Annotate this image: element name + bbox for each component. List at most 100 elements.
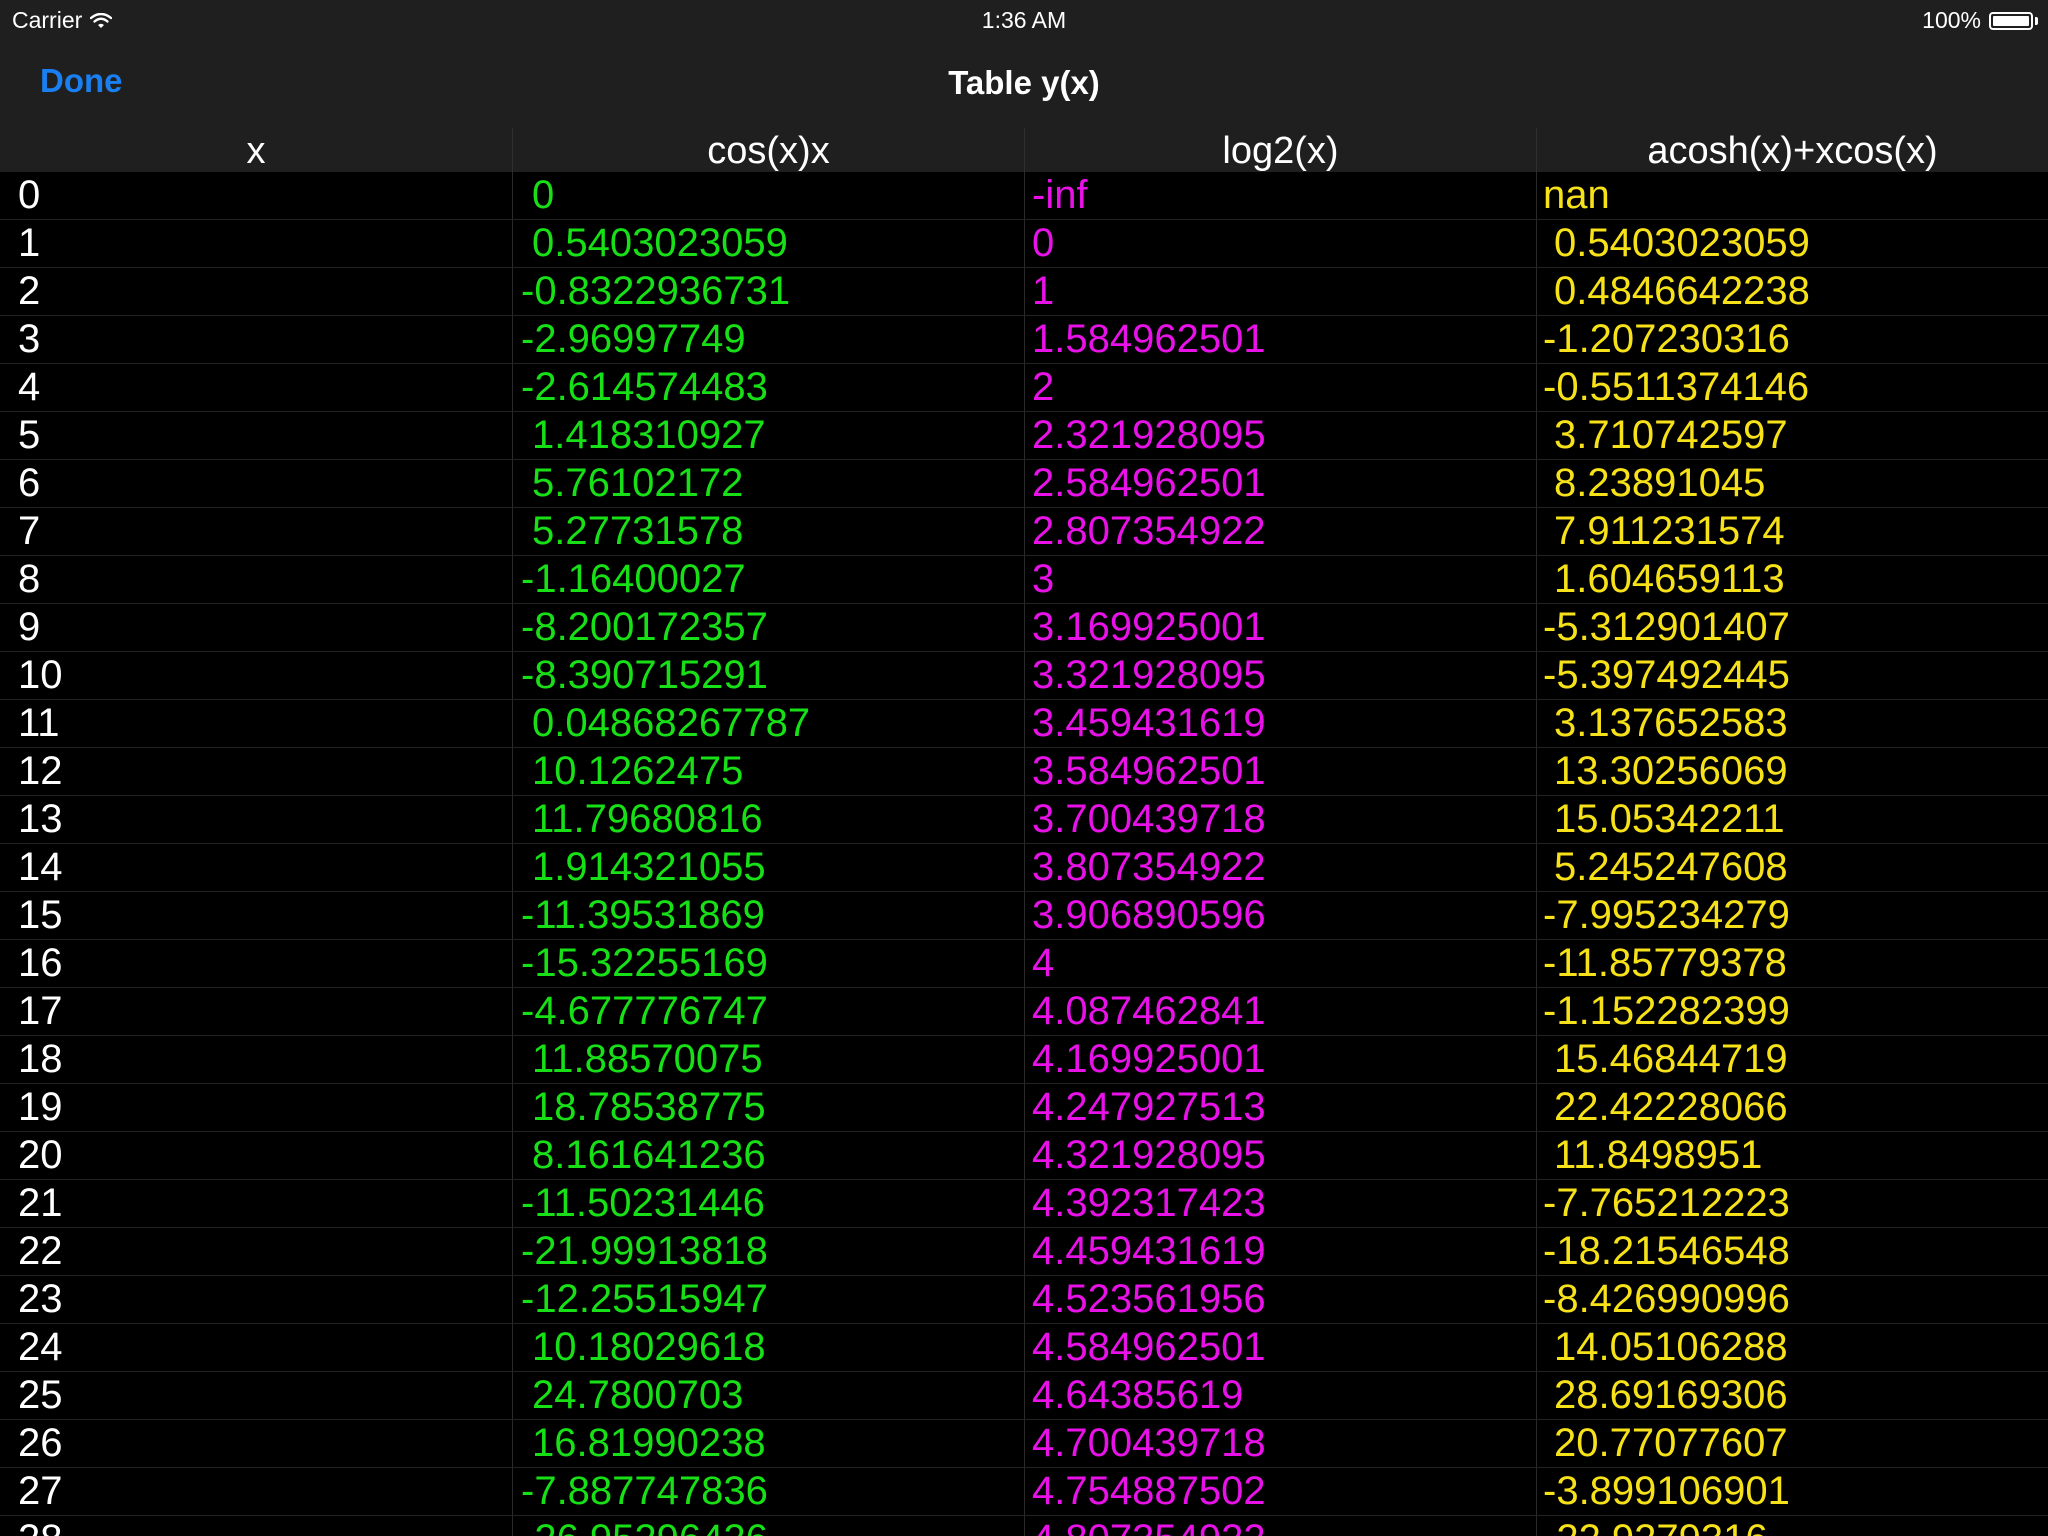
cell-x: 5 <box>18 413 41 457</box>
cell-log2: 2.321928095 <box>1024 412 1536 459</box>
cell-x: 13 <box>18 797 63 841</box>
table-row[interactable]: 24 10.18029618 4.584962501 14.05106288 <box>0 1324 2048 1372</box>
cell-log2: 4.087462841 <box>1024 988 1536 1035</box>
cell-acosh: 1.604659113 <box>1536 556 2048 603</box>
cell-log2: 4 <box>1024 940 1536 987</box>
table-row[interactable]: 21 -11.50231446 4.392317423 -7.765212223 <box>0 1180 2048 1228</box>
cell-acosh: -1.152282399 <box>1536 988 2048 1035</box>
cell-x: 22 <box>18 1229 63 1273</box>
cell-x: 16 <box>18 941 63 985</box>
cell-acosh: 14.05106288 <box>1536 1324 2048 1371</box>
cell-acosh: 5.245247608 <box>1536 844 2048 891</box>
cell-acosh: 13.30256069 <box>1536 748 2048 795</box>
table-row[interactable]: 5 1.418310927 2.321928095 3.710742597 <box>0 412 2048 460</box>
table-row[interactable]: 16 -15.32255169 4 -11.85779378 <box>0 940 2048 988</box>
table-row[interactable]: 6 5.76102172 2.584962501 8.23891045 <box>0 460 2048 508</box>
cell-cos: 5.27731578 <box>512 508 1024 555</box>
battery-icon <box>1989 11 2033 30</box>
cell-acosh: -1.207230316 <box>1536 316 2048 363</box>
cell-cos: 24.7800703 <box>512 1372 1024 1419</box>
cell-cos: 0 <box>512 172 1024 219</box>
table-row[interactable]: 11 0.04868267787 3.459431619 3.137652583 <box>0 700 2048 748</box>
table-row[interactable]: 2 -0.8322936731 1 0.4846642238 <box>0 268 2048 316</box>
table-row[interactable]: 23 -12.25515947 4.523561956 -8.426990996 <box>0 1276 2048 1324</box>
cell-cos: -1.16400027 <box>512 556 1024 603</box>
cell-log2: 3.321928095 <box>1024 652 1536 699</box>
cell-acosh: 3.137652583 <box>1536 700 2048 747</box>
page-title: Table y(x) <box>948 64 1100 101</box>
table-row[interactable]: 14 1.914321055 3.807354922 5.245247608 <box>0 844 2048 892</box>
cell-cos: 0.04868267787 <box>512 700 1024 747</box>
cell-cos: -7.887747836 <box>512 1468 1024 1515</box>
table-row[interactable]: 13 11.79680816 3.700439718 15.05342211 <box>0 796 2048 844</box>
table-row[interactable]: 17 -4.677776747 4.087462841 -1.152282399 <box>0 988 2048 1036</box>
cell-log2: 3.906890596 <box>1024 892 1536 939</box>
clock: 1:36 AM <box>981 7 1067 33</box>
cell-x: 20 <box>18 1133 63 1177</box>
table-row[interactable]: 28-26.952964264.807354922-22.9279316 <box>0 1516 2048 1536</box>
battery-indicator: 100% <box>1922 7 2038 34</box>
table-row[interactable]: 18 11.88570075 4.169925001 15.46844719 <box>0 1036 2048 1084</box>
cell-log2: 3.584962501 <box>1024 748 1536 795</box>
table-row[interactable]: 15 -11.39531869 3.906890596 -7.995234279 <box>0 892 2048 940</box>
table-row[interactable]: 20 8.161641236 4.321928095 11.8498951 <box>0 1132 2048 1180</box>
cell-x: 21 <box>18 1181 63 1225</box>
cell-log2: 4.807354922 <box>1024 1516 1536 1536</box>
cell-x: 28 <box>0 1516 512 1536</box>
cell-log2: 3.700439718 <box>1024 796 1536 843</box>
table-row[interactable]: 4 -2.614574483 2 -0.5511374146 <box>0 364 2048 412</box>
table-row[interactable]: 12 10.1262475 3.584962501 13.30256069 <box>0 748 2048 796</box>
cell-acosh: 0.5403023059 <box>1536 220 2048 267</box>
table-row[interactable]: 10 -8.390715291 3.321928095 -5.397492445 <box>0 652 2048 700</box>
cell-cos: -11.50231446 <box>512 1180 1024 1227</box>
cell-cos: -11.39531869 <box>512 892 1024 939</box>
cell-log2: 3.459431619 <box>1024 700 1536 747</box>
cell-log2: 2.584962501 <box>1024 460 1536 507</box>
cell-cos: -0.8322936731 <box>512 268 1024 315</box>
table-row[interactable]: 1 0.5403023059 0 0.5403023059 <box>0 220 2048 268</box>
values-table[interactable]: x cos(x)x log2(x) acosh(x)+xcos(x) 0 0 -in… <box>0 128 2048 1536</box>
cell-acosh: 7.911231574 <box>1536 508 2048 555</box>
cell-acosh: 0.4846642238 <box>1536 268 2048 315</box>
table-body[interactable]: 0 0 -inf nan 1 0.5403023059 0 0.5403023059 2 -0.8… <box>0 172 2048 1536</box>
cell-log2: 4.321928095 <box>1024 1132 1536 1179</box>
cell-x: 27 <box>18 1469 63 1513</box>
table-row[interactable]: 7 5.27731578 2.807354922 7.911231574 <box>0 508 2048 556</box>
cell-acosh: -18.21546548 <box>1536 1228 2048 1275</box>
table-row[interactable]: 9 -8.200172357 3.169925001 -5.312901407 <box>0 604 2048 652</box>
cell-cos: 11.88570075 <box>512 1036 1024 1083</box>
table-row[interactable]: 26 16.81990238 4.700439718 20.77077607 <box>0 1420 2048 1468</box>
cell-x: 1 <box>18 221 41 265</box>
cell-cos: 16.81990238 <box>512 1420 1024 1467</box>
column-header-log2: log2(x) <box>1024 128 1536 172</box>
cell-log2: 4.754887502 <box>1024 1468 1536 1515</box>
status-bar: Carrier 1:36 AM 100% <box>0 0 2048 40</box>
cell-x: 23 <box>18 1277 63 1321</box>
table-row[interactable]: 25 24.7800703 4.64385619 28.69169306 <box>0 1372 2048 1420</box>
table-row[interactable]: 22 -21.99913818 4.459431619 -18.21546548 <box>0 1228 2048 1276</box>
table-row[interactable]: 8 -1.16400027 3 1.604659113 <box>0 556 2048 604</box>
cell-acosh: 3.710742597 <box>1536 412 2048 459</box>
cell-cos: 1.914321055 <box>512 844 1024 891</box>
cell-x: 0 <box>18 173 41 217</box>
cell-log2: -inf <box>1024 172 1536 219</box>
table-row[interactable]: 3 -2.96997749 1.584962501 -1.207230316 <box>0 316 2048 364</box>
cell-cos: 18.78538775 <box>512 1084 1024 1131</box>
cell-acosh: -11.85779378 <box>1536 940 2048 987</box>
cell-log2: 3.807354922 <box>1024 844 1536 891</box>
cell-log2: 4.700439718 <box>1024 1420 1536 1467</box>
cell-x: 19 <box>18 1085 63 1129</box>
battery-tip <box>2035 16 2038 25</box>
battery-percent: 100% <box>1922 7 1981 33</box>
cell-log2: 4.523561956 <box>1024 1276 1536 1323</box>
cell-acosh: -7.995234279 <box>1536 892 2048 939</box>
cell-cos: 10.18029618 <box>512 1324 1024 1371</box>
table-row[interactable]: 0 0 -inf nan <box>0 172 2048 220</box>
cell-x: 8 <box>18 557 41 601</box>
cell-cos: -12.25515947 <box>512 1276 1024 1323</box>
table-row[interactable]: 19 18.78538775 4.247927513 22.42228066 <box>0 1084 2048 1132</box>
cell-acosh: 20.77077607 <box>1536 1420 2048 1467</box>
cell-cos: -15.32255169 <box>512 940 1024 987</box>
cell-cos: 0.5403023059 <box>512 220 1024 267</box>
table-row[interactable]: 27 -7.887747836 4.754887502 -3.899106901 <box>0 1468 2048 1516</box>
